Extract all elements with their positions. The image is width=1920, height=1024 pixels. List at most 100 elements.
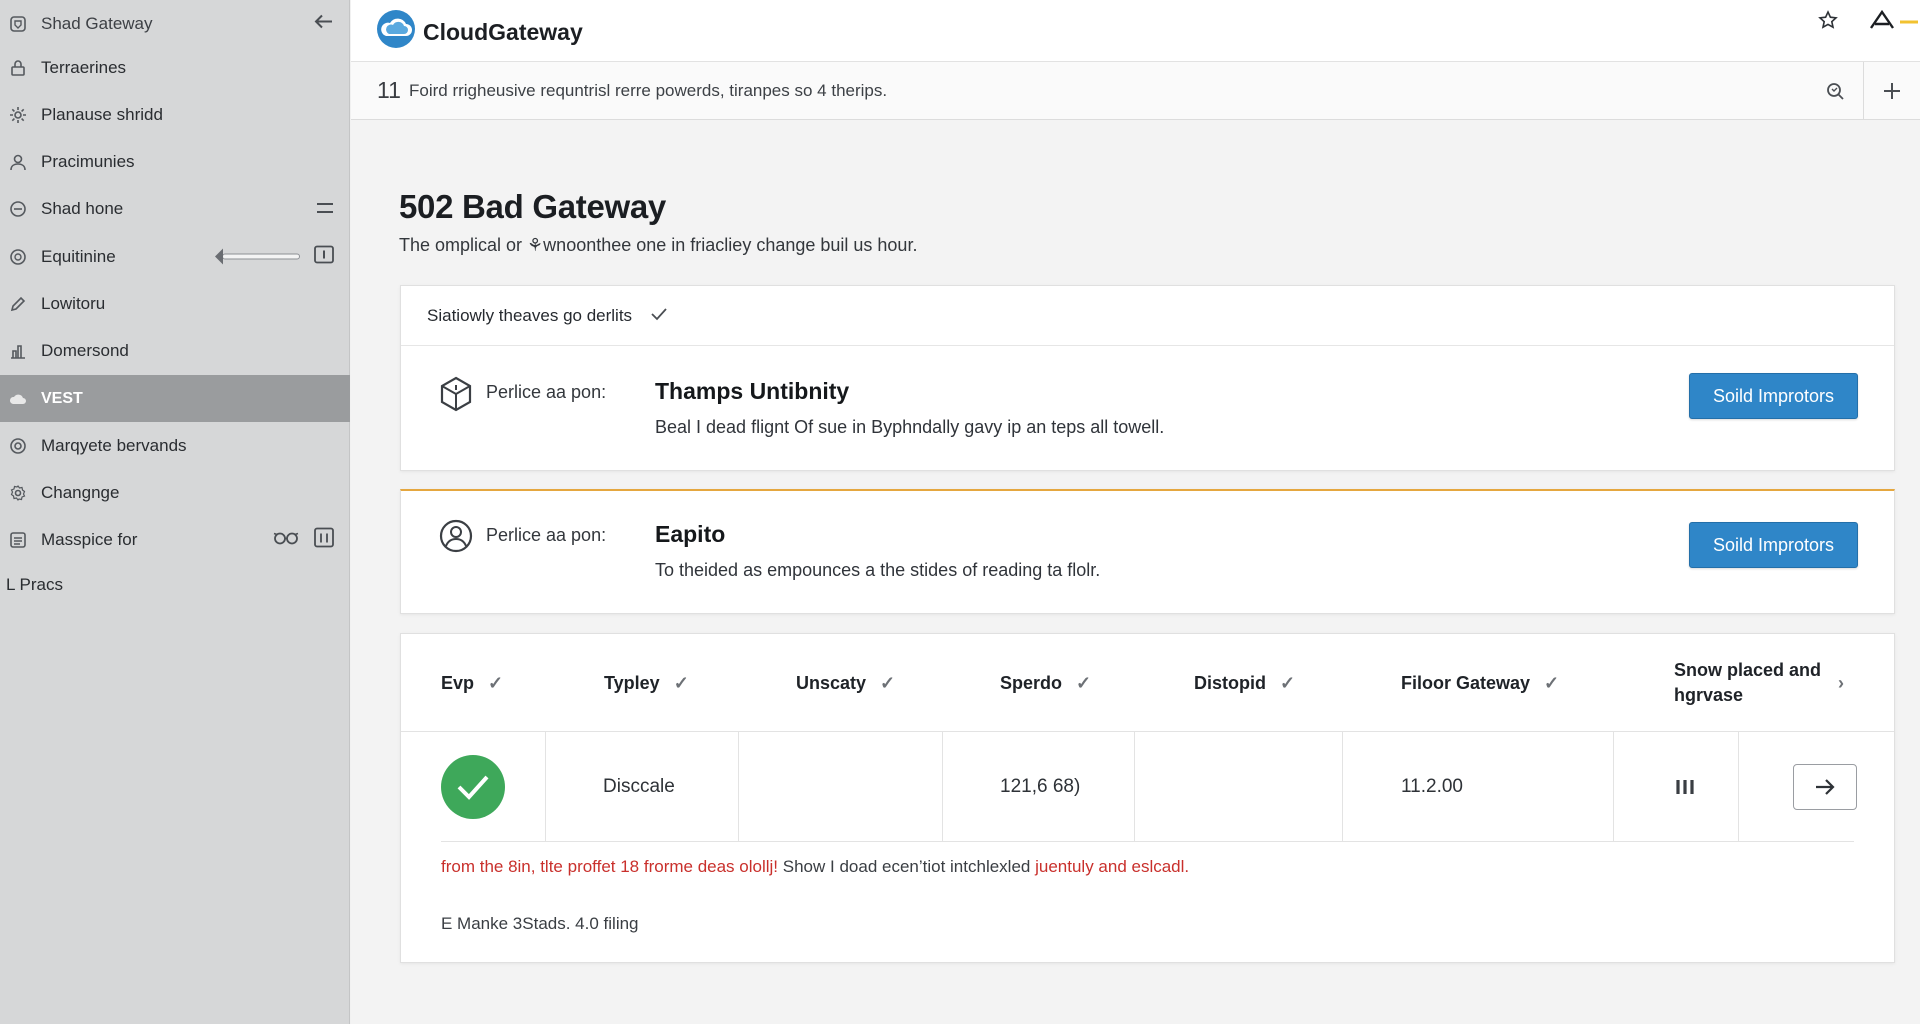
sidebar-item-label: Shad Gateway bbox=[41, 13, 153, 33]
sidebar-item-terraerines[interactable]: Terraerines bbox=[0, 44, 350, 91]
sidebar-item-vest[interactable]: VEST bbox=[0, 375, 350, 422]
sidebar-item-label: Masspice for bbox=[41, 529, 138, 549]
globe-icon bbox=[8, 247, 28, 267]
settings-icon bbox=[8, 483, 28, 503]
sidebar-item-label: Pracimunies bbox=[41, 151, 135, 171]
main-content: 502 Bad Gateway The omplical or ⚘wnoonth… bbox=[351, 120, 1920, 1024]
chevron-right-icon: › bbox=[1838, 672, 1844, 693]
slider-handle[interactable] bbox=[215, 248, 223, 265]
error-message: from the 8in, tlte proffet 18 frorme dea… bbox=[441, 857, 1189, 877]
sidebar-item-changnge[interactable]: Changnge bbox=[0, 469, 350, 516]
brand[interactable]: CloudGateway bbox=[375, 8, 583, 56]
problem-label: Perlice aa pon: bbox=[486, 525, 607, 545]
sidebar-item-equitinine[interactable]: Equitinine bbox=[0, 233, 350, 280]
people-icon bbox=[8, 341, 28, 361]
sidebar-item-planause-shridd[interactable]: Planause shridd bbox=[0, 91, 350, 138]
cloud-logo-icon bbox=[375, 8, 417, 56]
problem-label: Perlice aa pon: bbox=[486, 382, 607, 402]
sidebar-item-label: Terraerines bbox=[41, 57, 127, 77]
app-header: CloudGateway bbox=[351, 0, 1920, 62]
sidebar-item-label: VEST bbox=[41, 389, 83, 407]
sidebar-item-shad-hone[interactable]: Shad hone bbox=[0, 185, 350, 232]
success-check-icon bbox=[441, 755, 505, 819]
table-cell: 121,6 68) bbox=[1000, 776, 1081, 797]
problem-title: Thamps Untibnity bbox=[655, 378, 850, 404]
sidebar-item-label: Changnge bbox=[41, 482, 120, 502]
collapse-arrow-icon[interactable] bbox=[314, 13, 334, 34]
sidebar-item-shad-gateway[interactable]: Shad Gateway bbox=[0, 0, 350, 47]
user-icon bbox=[8, 152, 28, 172]
sidebar-item-label: Equitinine bbox=[41, 246, 116, 266]
column-header[interactable]: Snow placed and hgrvase › bbox=[1674, 634, 1874, 732]
level-slider[interactable] bbox=[215, 248, 300, 265]
table-cell: 11.2.00 bbox=[1401, 776, 1463, 797]
page-title: 502 Bad Gateway bbox=[399, 188, 666, 225]
solid-improtors-button[interactable]: Soild Improtors bbox=[1689, 373, 1858, 419]
error-text-red: juentuly and eslcadl. bbox=[1035, 857, 1190, 876]
star-icon[interactable] bbox=[1818, 10, 1838, 35]
menu-lines-icon[interactable] bbox=[316, 199, 334, 219]
status-text: Siatiowly theaves go derlits bbox=[427, 305, 633, 325]
sidebar-item-pracs[interactable]: L Pracs bbox=[6, 575, 63, 595]
check-icon: ✓ bbox=[1280, 672, 1296, 693]
pencil-icon bbox=[8, 294, 28, 314]
sidebar-item-label: Shad hone bbox=[41, 198, 124, 218]
add-tab-icon[interactable] bbox=[1864, 62, 1920, 120]
error-text: Show I doad ecen’tiot intchlexled bbox=[778, 857, 1036, 876]
column-header[interactable]: Sperdo ✓ bbox=[1000, 634, 1091, 732]
sidebar-item-label: Lowitoru bbox=[41, 293, 106, 313]
sidebar-item-pracimunies[interactable]: Pracimunies bbox=[0, 138, 350, 185]
check-icon: ✓ bbox=[880, 672, 896, 693]
cube-icon bbox=[439, 376, 473, 417]
table-row: Disccale 121,6 68) 11.2.00 bbox=[401, 732, 1894, 842]
target-icon bbox=[8, 436, 28, 456]
clock-icon bbox=[8, 199, 28, 219]
tab-count[interactable]: 11 bbox=[377, 77, 401, 104]
check-icon: ✓ bbox=[1076, 672, 1092, 693]
problem-title: Eapito bbox=[655, 521, 726, 547]
sidebar: Shad Gateway Terraerines Planause shridd… bbox=[0, 0, 350, 1024]
gear-icon bbox=[8, 105, 28, 125]
status-table: Evp ✓ Typley ✓ Unscaty ✓ Sperdo ✓ Distopid ✓ … bbox=[400, 633, 1895, 963]
footer-note: E Manke 3Stads. 4.0 filing bbox=[441, 914, 639, 933]
problem-item: Perlice aa pon: Eapito To theided as emp… bbox=[401, 491, 1894, 611]
arrow-right-button[interactable] bbox=[1793, 764, 1857, 810]
column-header[interactable]: Distopid ✓ bbox=[1194, 634, 1295, 732]
problem-item: Perlice aa pon: Thamps Untibnity Beal I … bbox=[401, 348, 1894, 468]
search-icon[interactable] bbox=[1807, 62, 1863, 120]
shield-icon bbox=[8, 14, 28, 34]
sidebar-item-masspice[interactable]: Masspice for bbox=[0, 516, 350, 563]
lock-icon bbox=[8, 58, 28, 78]
sidebar-item-domersond[interactable]: Domersond bbox=[0, 327, 350, 374]
sidebar-item-lowitoru[interactable]: Lowitoru bbox=[0, 280, 350, 327]
address-bar: 11 Foird rrigheusive requntrisl rerre po… bbox=[351, 62, 1920, 120]
error-text-red: from the 8in, tlte proffet 18 frorme dea… bbox=[441, 857, 779, 876]
row-action bbox=[1793, 732, 1857, 842]
solid-improtors-button[interactable]: Soild Improtors bbox=[1689, 522, 1858, 568]
status-cell bbox=[441, 732, 505, 842]
check-icon bbox=[650, 306, 668, 326]
sidebar-item-marqyete[interactable]: Marqyete bervands bbox=[0, 422, 350, 469]
address-text[interactable]: Foird rrigheusive requntrisl rerre power… bbox=[409, 81, 887, 101]
check-icon: ✓ bbox=[488, 672, 504, 693]
user-circle-icon bbox=[439, 519, 473, 558]
column-header[interactable]: Unscaty ✓ bbox=[796, 634, 895, 732]
check-icon: ✓ bbox=[1544, 672, 1560, 693]
panel-toggle-icon[interactable] bbox=[314, 245, 334, 268]
divider bbox=[441, 841, 1854, 842]
columns-icon[interactable] bbox=[314, 527, 334, 552]
problem-card-2: Perlice aa pon: Eapito To theided as emp… bbox=[400, 489, 1895, 614]
bars-icon[interactable] bbox=[1675, 732, 1695, 842]
sidebar-item-label: Planause shridd bbox=[41, 104, 163, 124]
cloud-icon bbox=[8, 389, 28, 409]
column-header[interactable]: Filoor Gateway ✓ bbox=[1401, 634, 1559, 732]
column-header[interactable]: Typley ✓ bbox=[604, 634, 689, 732]
problem-description: To theided as empounces a the stides of … bbox=[655, 560, 1101, 580]
sidebar-item-label: Marqyete bervands bbox=[41, 435, 187, 455]
column-header[interactable]: Evp ✓ bbox=[441, 634, 503, 732]
check-icon: ✓ bbox=[673, 672, 689, 693]
profile-mark-icon[interactable] bbox=[1868, 8, 1920, 37]
page-subtitle: The omplical or ⚘wnoonthee one in friacl… bbox=[399, 235, 918, 255]
problem-description: Beal I dead flignt Of sue in Byphndally … bbox=[655, 417, 1165, 437]
glasses-icon[interactable] bbox=[272, 529, 300, 550]
